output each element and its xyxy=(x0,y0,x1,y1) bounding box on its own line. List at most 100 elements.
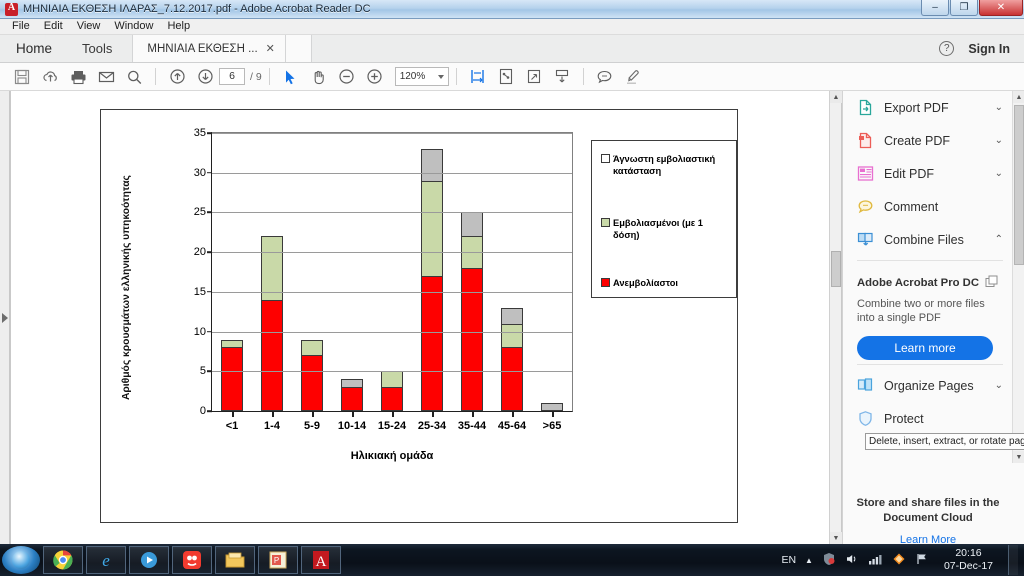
chart-gridline xyxy=(212,371,572,373)
comment-bubble-icon xyxy=(857,198,874,215)
scroll-down-icon[interactable] xyxy=(548,65,576,89)
export-pdf-icon xyxy=(857,99,874,116)
tab-document[interactable]: ΜΗΝΙΑΙΑ ΕΚΘΕΣΗ ... ✕ xyxy=(132,35,286,62)
scrollbar-thumb[interactable] xyxy=(1014,105,1024,265)
chart-bar-segment xyxy=(341,387,363,411)
email-icon[interactable] xyxy=(92,65,120,89)
navigation-pane-collapsed[interactable] xyxy=(0,91,10,544)
chart-y-tick-label: 25 xyxy=(193,206,206,219)
save-icon[interactable] xyxy=(8,65,36,89)
gom-player-icon[interactable] xyxy=(172,546,212,574)
page-scrollbar[interactable]: ▲ ▼ xyxy=(829,91,842,544)
chart-x-tick-label: 5-9 xyxy=(304,420,320,432)
tool-edit-pdf[interactable]: Edit PDF ⌄ xyxy=(843,157,1013,190)
tool-organize-pages[interactable]: Organize Pages ⌄ xyxy=(843,369,1013,402)
zoom-in-icon[interactable] xyxy=(361,65,389,89)
minimize-button[interactable]: – xyxy=(921,0,949,16)
comment-icon[interactable] xyxy=(591,65,619,89)
legend-swatch-vaccinated xyxy=(601,218,610,227)
chart-bar-segment xyxy=(461,212,483,237)
network-icon[interactable] xyxy=(868,552,883,569)
toolbar-divider-2 xyxy=(268,68,270,85)
page-number-input[interactable]: 6 xyxy=(219,68,245,85)
tool-create-pdf[interactable]: Create PDF ⌄ xyxy=(843,124,1013,157)
page-snapshot-icon[interactable] xyxy=(492,65,520,89)
menu-edit[interactable]: Edit xyxy=(37,19,70,34)
taskbar-clock[interactable]: 20:16 07-Dec-17 xyxy=(938,547,999,573)
zoom-level-select[interactable]: 120% xyxy=(394,67,449,86)
maximize-button[interactable]: ❐ xyxy=(950,0,978,16)
file-explorer-icon[interactable] xyxy=(215,546,255,574)
show-hidden-icons-icon[interactable]: ▲ xyxy=(805,556,813,565)
previous-page-icon[interactable] xyxy=(163,65,191,89)
tool-protect[interactable]: Protect xyxy=(843,402,1013,435)
antivirus-icon[interactable] xyxy=(892,552,906,569)
chart-x-tick-mark xyxy=(272,411,274,417)
print-icon[interactable] xyxy=(64,65,92,89)
close-icon[interactable]: ✕ xyxy=(266,42,275,55)
hand-icon[interactable] xyxy=(305,65,333,89)
organize-pages-icon xyxy=(857,377,874,394)
sign-in-button[interactable]: Sign In xyxy=(968,42,1010,56)
next-page-icon[interactable] xyxy=(191,65,219,89)
chart-stacked-bar xyxy=(221,339,243,411)
internet-explorer-icon[interactable]: e xyxy=(86,546,126,574)
chart-x-tick-label: 45-64 xyxy=(497,420,527,432)
cursor-icon[interactable] xyxy=(277,65,305,89)
chevron-up-icon[interactable]: ⌃ xyxy=(995,234,1003,245)
chart-bar-segment xyxy=(421,148,443,181)
chrome-icon[interactable] xyxy=(43,546,83,574)
scroll-up-icon[interactable]: ▲ xyxy=(1013,91,1024,103)
chart-bar-group: 5-9 xyxy=(292,133,332,432)
tool-combine-files[interactable]: Combine Files ⌃ xyxy=(843,223,1013,256)
windows-start-icon[interactable] xyxy=(2,546,40,574)
menu-help[interactable]: Help xyxy=(160,19,197,34)
scrollbar-thumb[interactable] xyxy=(831,251,841,287)
powerpoint-icon[interactable]: P xyxy=(258,546,298,574)
chart-x-tick-mark xyxy=(472,411,474,417)
chart-gridline xyxy=(212,133,572,134)
tool-export-pdf[interactable]: Export PDF ⌄ xyxy=(843,91,1013,124)
chart-gridline xyxy=(212,291,572,293)
chart-figure: Αριθμός κρουσμάτων ελληνικής υπηκοότητας… xyxy=(100,109,738,523)
media-player-icon[interactable] xyxy=(129,546,169,574)
menu-view[interactable]: View xyxy=(70,19,108,34)
help-icon[interactable]: ? xyxy=(939,41,955,56)
scroll-down-icon[interactable]: ▼ xyxy=(1013,451,1024,463)
chart-x-tick-label: >65 xyxy=(542,420,562,432)
show-desktop-button[interactable] xyxy=(1008,545,1018,575)
tool-label: Organize Pages xyxy=(884,378,974,393)
chart-bar-segment xyxy=(501,307,523,324)
tab-tools[interactable]: Tools xyxy=(68,35,126,62)
learn-more-button[interactable]: Learn more xyxy=(857,336,993,360)
search-icon[interactable] xyxy=(120,65,148,89)
chevron-down-icon[interactable]: ⌄ xyxy=(995,135,1003,146)
zoom-out-icon[interactable] xyxy=(333,65,361,89)
language-indicator[interactable]: EN xyxy=(781,554,796,566)
combine-files-icon xyxy=(857,231,874,248)
expand-navigation-icon[interactable] xyxy=(2,313,8,323)
security-icon[interactable] xyxy=(822,552,836,569)
chevron-down-icon[interactable]: ⌄ xyxy=(995,102,1003,113)
chart-bar-segment xyxy=(301,355,323,411)
menu-file[interactable]: File xyxy=(5,19,37,34)
menu-window[interactable]: Window xyxy=(107,19,160,34)
chart-x-tick-mark xyxy=(312,411,314,417)
upload-cloud-icon[interactable] xyxy=(36,65,64,89)
legend-swatch-unknown xyxy=(601,154,610,163)
close-button[interactable]: ✕ xyxy=(979,0,1023,16)
fit-width-icon[interactable] xyxy=(464,65,492,89)
fullscreen-icon[interactable] xyxy=(520,65,548,89)
chevron-down-icon[interactable]: ⌄ xyxy=(995,168,1003,179)
tab-home[interactable]: Home xyxy=(0,35,68,62)
scroll-down-icon[interactable]: ▼ xyxy=(830,532,842,544)
tool-comment[interactable]: Comment xyxy=(843,190,1013,223)
volume-icon[interactable] xyxy=(845,552,859,569)
right-panel-scrollbar[interactable]: ▲ ▼ xyxy=(1012,91,1024,463)
action-center-icon[interactable] xyxy=(915,552,929,569)
highlighter-icon[interactable] xyxy=(619,65,647,89)
scroll-up-icon[interactable]: ▲ xyxy=(830,91,842,103)
chart-x-tick-label: 15-24 xyxy=(377,420,407,432)
chevron-down-icon[interactable]: ⌄ xyxy=(995,380,1003,391)
acrobat-reader-icon[interactable]: A xyxy=(301,546,341,574)
